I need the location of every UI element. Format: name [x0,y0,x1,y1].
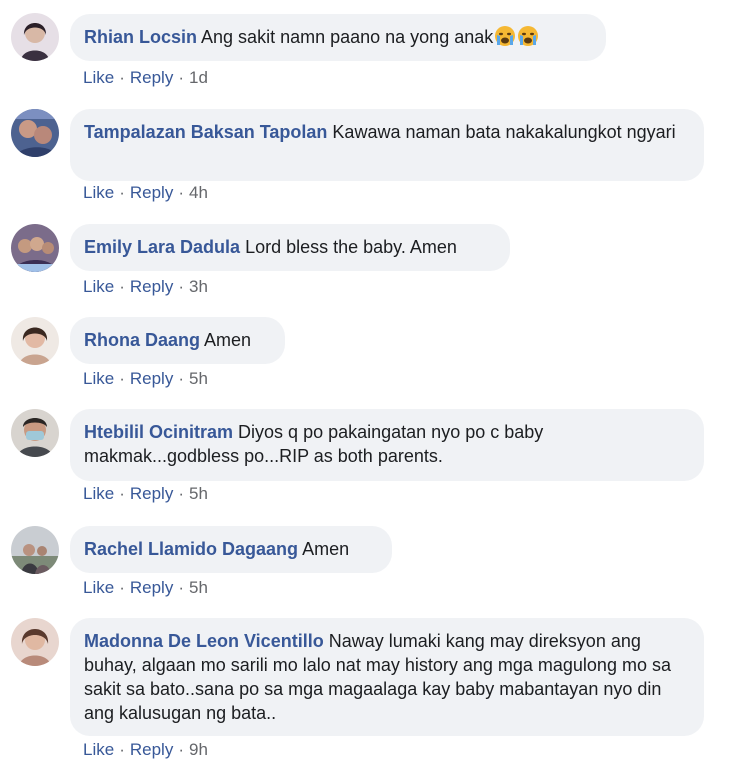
like-button[interactable]: Like [83,183,114,202]
comment-text: Kawawa naman bata nakakalungkot ngyari [332,122,676,142]
like-button[interactable]: Like [83,740,114,759]
separator-dot: · [119,183,125,202]
comment-timestamp[interactable]: 1d [189,68,208,87]
separator-dot: · [119,740,125,759]
comment-timestamp[interactable]: 5h [189,369,208,388]
avatar[interactable] [11,526,59,574]
separator-dot: · [178,369,184,388]
avatar-photo-icon [11,13,59,61]
like-button[interactable]: Like [83,277,114,296]
separator-dot: · [178,183,184,202]
separator-dot: · [178,68,184,87]
separator-dot: · [119,578,125,597]
reply-button[interactable]: Reply [130,740,173,759]
avatar-photo-icon [11,526,59,574]
avatar[interactable] [11,618,59,666]
comment-text: Amen [302,539,350,559]
like-button[interactable]: Like [83,484,114,503]
reply-button[interactable]: Reply [130,68,173,87]
separator-dot: · [119,369,125,388]
like-button[interactable]: Like [83,68,114,87]
comment-text: Lord bless the baby. Amen [245,237,457,257]
avatar[interactable] [11,224,59,272]
comment-actions: Like · Reply · 4h [83,183,208,203]
comment-bubble: Htebilil Ocinitram Diyos q po pakaingata… [70,409,704,481]
comment-timestamp[interactable]: 5h [189,484,208,503]
comment-actions: Like · Reply · 3h [83,277,208,297]
separator-dot: · [119,68,125,87]
comment-actions: Like · Reply · 5h [83,484,208,504]
comment-actions: Like · Reply · 9h [83,740,208,760]
comment-bubble: Rachel Llamido Dagaang Amen [70,526,392,573]
reply-button[interactable]: Reply [130,183,173,202]
separator-dot: · [119,277,125,296]
comment-bubble: Madonna De Leon Vicentillo Naway lumaki … [70,618,704,736]
comment-timestamp[interactable]: 9h [189,740,208,759]
reply-button[interactable]: Reply [130,277,173,296]
crying-face-emoji-icon [518,26,539,46]
avatar-photo-icon [11,317,59,365]
reply-button[interactable]: Reply [130,578,173,597]
like-button[interactable]: Like [83,578,114,597]
comment-actions: Like · Reply · 1d [83,68,208,88]
separator-dot: · [178,277,184,296]
avatar[interactable] [11,109,59,157]
crying-face-emoji-icon [495,26,516,46]
separator-dot: · [178,740,184,759]
comment-text: Amen [204,330,252,350]
separator-dot: · [178,578,184,597]
comment-bubble: Rhona Daang Amen [70,317,285,364]
comment-actions: Like · Reply · 5h [83,578,208,598]
like-button[interactable]: Like [83,369,114,388]
comment-actions: Like · Reply · 5h [83,369,208,389]
comment-author-link[interactable]: Madonna De Leon Vicentillo [84,631,324,651]
avatar-photo-icon [11,224,59,272]
comment-author-link[interactable]: Rhian Locsin [84,27,197,47]
avatar-photo-icon [11,409,59,457]
avatar-photo-icon [11,618,59,666]
comment-timestamp[interactable]: 3h [189,277,208,296]
comment-bubble: Emily Lara Dadula Lord bless the baby. A… [70,224,510,271]
separator-dot: · [119,484,125,503]
comment-author-link[interactable]: Htebilil Ocinitram [84,422,233,442]
comment-timestamp[interactable]: 4h [189,183,208,202]
separator-dot: · [178,484,184,503]
reply-button[interactable]: Reply [130,484,173,503]
avatar[interactable] [11,13,59,61]
comment-bubble: Rhian Locsin Ang sakit namn paano na yon… [70,14,606,61]
comment-author-link[interactable]: Rachel Llamido Dagaang [84,539,298,559]
comment-author-link[interactable]: Emily Lara Dadula [84,237,240,257]
comment-text: Ang sakit namn paano na yong anak [201,27,494,47]
comment-bubble: Tampalazan Baksan Tapolan Kawawa naman b… [70,109,704,181]
comment-author-link[interactable]: Rhona Daang [84,330,200,350]
avatar-photo-icon [11,109,59,157]
comment-author-link[interactable]: Tampalazan Baksan Tapolan [84,122,327,142]
reply-button[interactable]: Reply [130,369,173,388]
avatar[interactable] [11,409,59,457]
avatar[interactable] [11,317,59,365]
comment-timestamp[interactable]: 5h [189,578,208,597]
